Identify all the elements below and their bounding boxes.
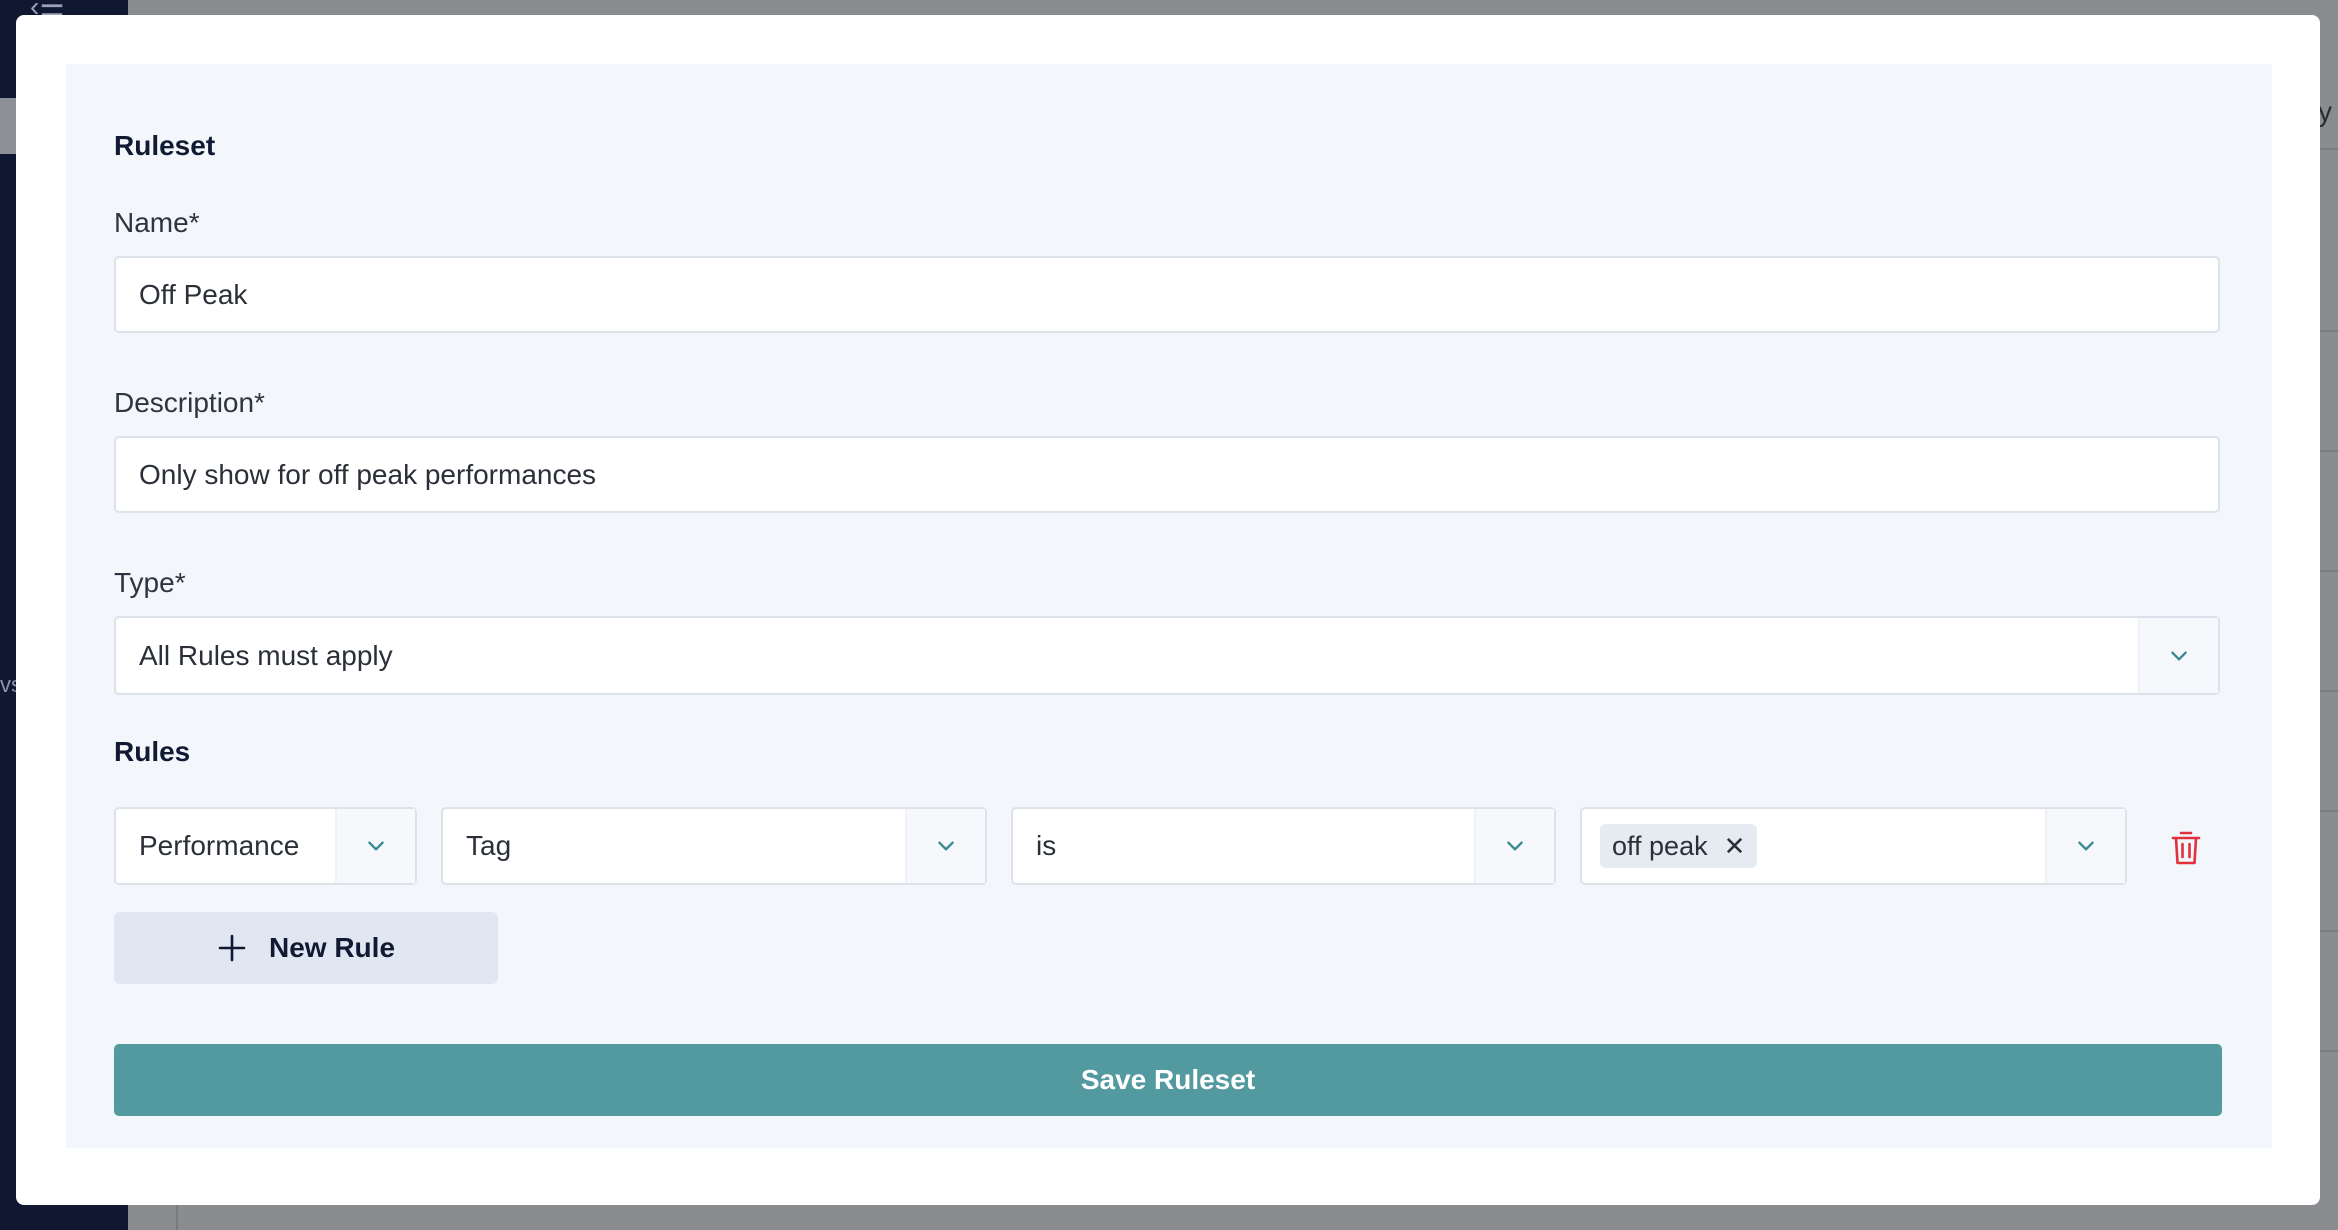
description-label: Description* [114,387,265,418]
type-select[interactable]: All Rules must apply [114,616,2220,695]
ruleset-modal: Ruleset Name* Off Peak Description* Only… [16,15,2320,1205]
ruleset-form: Ruleset Name* Off Peak Description* Only… [66,64,2272,1148]
chevron-down-icon [938,841,954,851]
name-label: Name* [114,207,200,238]
rule-entity-select[interactable]: Performance [114,807,417,885]
save-ruleset-button[interactable]: Save Ruleset [114,1044,2222,1116]
rule-field-dropdown-toggle[interactable] [905,809,985,883]
rule-value-chips: off peak ✕ [1582,824,2045,868]
chevron-down-icon [1507,841,1523,851]
rule-value-select[interactable]: off peak ✕ [1580,807,2127,885]
trash-icon[interactable] [2170,830,2202,866]
rule-entity-value: Performance [139,830,300,861]
new-rule-button[interactable]: New Rule [114,912,498,984]
name-input[interactable]: Off Peak [114,256,2220,333]
type-label: Type* [114,567,186,598]
description-value: Only show for off peak performances [139,458,597,490]
type-value: All Rules must apply [139,639,393,671]
chevron-down-icon [2171,650,2187,661]
chevron-down-icon [2078,841,2094,851]
ruleset-heading: Ruleset [114,130,216,161]
background-divider [176,1202,178,1230]
value-chip-label: off peak [1612,830,1708,861]
type-dropdown-toggle[interactable] [2138,618,2218,693]
remove-chip-icon[interactable]: ✕ [1724,833,1746,859]
value-chip: off peak ✕ [1600,824,1758,868]
name-value: Off Peak [139,278,248,310]
plus-icon [218,934,246,962]
description-input[interactable]: Only show for off peak performances [114,436,2220,513]
chevron-down-icon [368,841,384,851]
new-rule-label: New Rule [268,932,396,963]
rule-entity-dropdown-toggle[interactable] [335,809,415,883]
rule-operator-value: is [1036,830,1057,861]
rule-operator-select[interactable]: is [1011,807,1556,885]
menu-icon: ‹☰ [30,0,65,22]
rule-value-dropdown-toggle[interactable] [2045,809,2125,883]
rule-operator-dropdown-toggle[interactable] [1474,809,1554,883]
rule-field-select[interactable]: Tag [441,807,987,885]
rules-heading: Rules [114,736,191,767]
background-partial-text: y [2318,96,2332,127]
rule-field-value: Tag [466,830,512,861]
